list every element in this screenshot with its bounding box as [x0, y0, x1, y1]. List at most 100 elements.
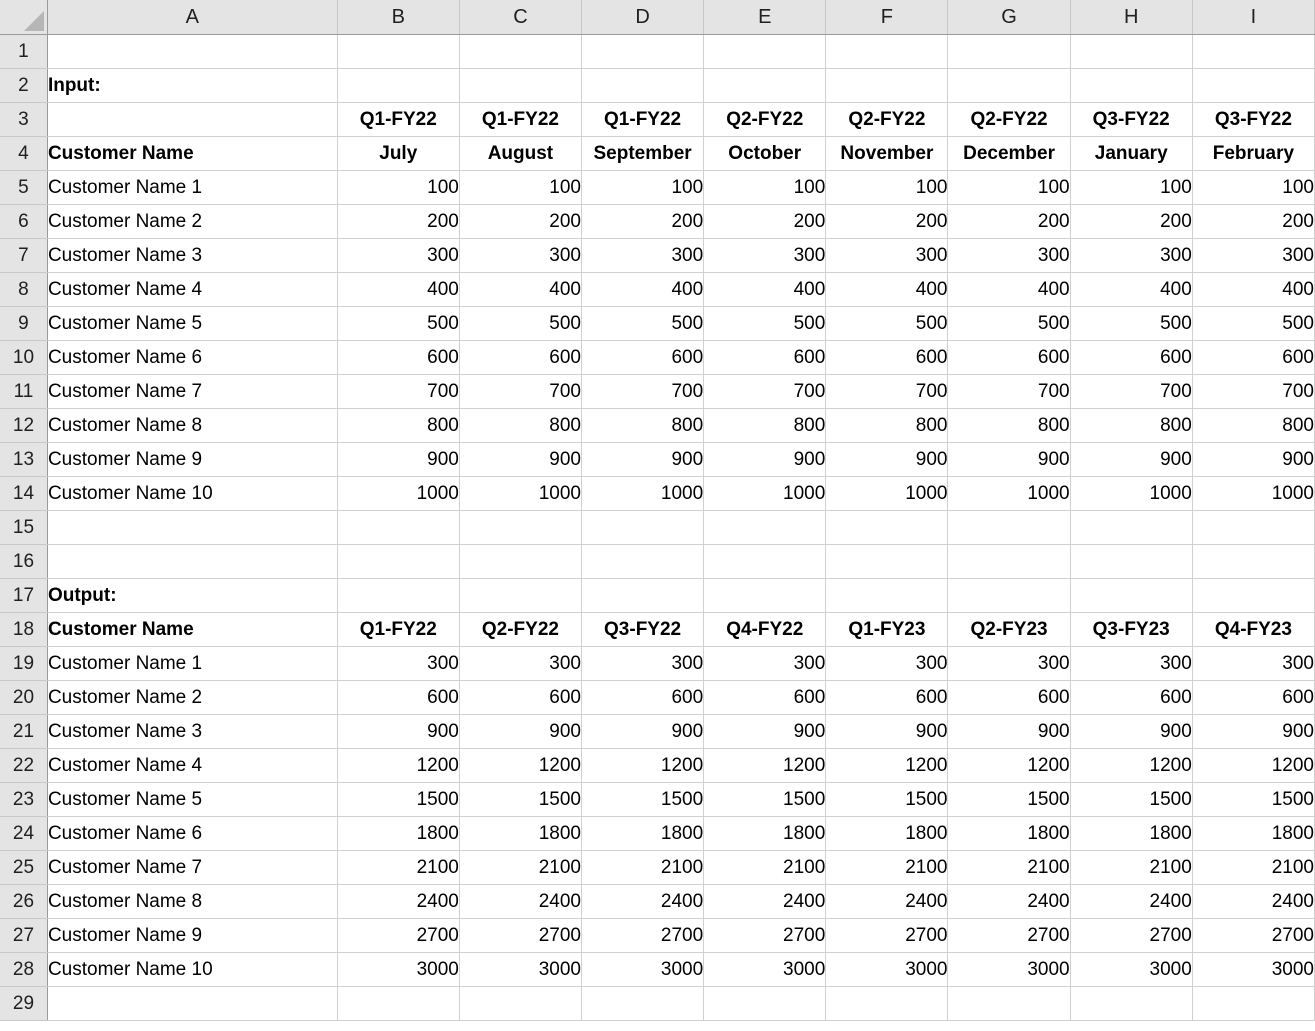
row-header-2[interactable]: 2 [0, 68, 48, 103]
cell-A13[interactable]: Customer Name 9 [47, 442, 338, 477]
cell-F25[interactable]: 2100 [825, 850, 949, 885]
cell-G9[interactable]: 500 [947, 306, 1071, 341]
cell-E10[interactable]: 600 [703, 340, 827, 375]
cell-I11[interactable]: 700 [1192, 374, 1315, 409]
cell-A17[interactable]: Output: [47, 578, 338, 613]
cell-D12[interactable]: 800 [581, 408, 705, 443]
cell-H19[interactable]: 300 [1070, 646, 1193, 681]
sheet-body[interactable]: 1 2 Input: 3 Q1-FY22 Q1-FY22 Q1-FY22 Q2-FY22 Q2-… [0, 34, 1315, 1021]
cell-F19[interactable]: 300 [825, 646, 949, 681]
cell-A2[interactable]: Input: [47, 68, 338, 103]
cell-I10[interactable]: 600 [1192, 340, 1315, 375]
cell-G6[interactable]: 200 [947, 204, 1071, 239]
cell-I28[interactable]: 3000 [1192, 952, 1315, 987]
cell-B18[interactable]: Q1-FY22 [337, 612, 460, 647]
cell-D25[interactable]: 2100 [581, 850, 705, 885]
cell-B14[interactable]: 1000 [337, 476, 460, 511]
cell-E19[interactable]: 300 [703, 646, 827, 681]
cell-D14[interactable]: 1000 [581, 476, 705, 511]
cell-C24[interactable]: 1800 [459, 816, 583, 851]
row-header-12[interactable]: 12 [0, 408, 48, 443]
cell-B25[interactable]: 2100 [337, 850, 460, 885]
cell-B3[interactable]: Q1-FY22 [337, 102, 460, 137]
cell-B26[interactable]: 2400 [337, 884, 460, 919]
cell-B16[interactable] [337, 544, 460, 579]
cell-F24[interactable]: 1800 [825, 816, 949, 851]
cell-C14[interactable]: 1000 [459, 476, 583, 511]
cell-I13[interactable]: 900 [1192, 442, 1315, 477]
cell-C17[interactable] [459, 578, 583, 613]
cell-B29[interactable] [337, 986, 460, 1021]
cell-G12[interactable]: 800 [947, 408, 1071, 443]
cell-D5[interactable]: 100 [581, 170, 705, 205]
column-header-b[interactable]: B [337, 0, 460, 35]
cell-G10[interactable]: 600 [947, 340, 1071, 375]
cell-C2[interactable] [459, 68, 583, 103]
row-header-20[interactable]: 20 [0, 680, 48, 715]
cell-B5[interactable]: 100 [337, 170, 460, 205]
cell-G26[interactable]: 2400 [947, 884, 1071, 919]
cell-B22[interactable]: 1200 [337, 748, 460, 783]
cell-I23[interactable]: 1500 [1192, 782, 1315, 817]
cell-H2[interactable] [1070, 68, 1193, 103]
cell-E7[interactable]: 300 [703, 238, 827, 273]
cell-C29[interactable] [459, 986, 583, 1021]
cell-F26[interactable]: 2400 [825, 884, 949, 919]
cell-F1[interactable] [825, 34, 949, 69]
row-header-3[interactable]: 3 [0, 102, 48, 137]
cell-C7[interactable]: 300 [459, 238, 583, 273]
cell-B27[interactable]: 2700 [337, 918, 460, 953]
cell-D10[interactable]: 600 [581, 340, 705, 375]
row-header-1[interactable]: 1 [0, 34, 48, 69]
cell-A6[interactable]: Customer Name 2 [47, 204, 338, 239]
cell-H4[interactable]: January [1070, 136, 1193, 171]
cell-D4[interactable]: September [581, 136, 705, 171]
cell-I26[interactable]: 2400 [1192, 884, 1315, 919]
cell-D27[interactable]: 2700 [581, 918, 705, 953]
cell-C1[interactable] [459, 34, 583, 69]
cell-G22[interactable]: 1200 [947, 748, 1071, 783]
row-header-18[interactable]: 18 [0, 612, 48, 647]
cell-B2[interactable] [337, 68, 460, 103]
row-header-21[interactable]: 21 [0, 714, 48, 749]
cell-E29[interactable] [703, 986, 827, 1021]
cell-E6[interactable]: 200 [703, 204, 827, 239]
cell-G20[interactable]: 600 [947, 680, 1071, 715]
cell-B7[interactable]: 300 [337, 238, 460, 273]
cell-I16[interactable] [1192, 544, 1315, 579]
cell-A19[interactable]: Customer Name 1 [47, 646, 338, 681]
cell-H23[interactable]: 1500 [1070, 782, 1193, 817]
cell-H3[interactable]: Q3-FY22 [1070, 102, 1193, 137]
row-header-23[interactable]: 23 [0, 782, 48, 817]
cell-H9[interactable]: 500 [1070, 306, 1193, 341]
cell-C22[interactable]: 1200 [459, 748, 583, 783]
cell-B19[interactable]: 300 [337, 646, 460, 681]
row-header-19[interactable]: 19 [0, 646, 48, 681]
cell-G2[interactable] [947, 68, 1071, 103]
cell-G21[interactable]: 900 [947, 714, 1071, 749]
cell-A16[interactable] [47, 544, 338, 579]
cell-D23[interactable]: 1500 [581, 782, 705, 817]
cell-C11[interactable]: 700 [459, 374, 583, 409]
cell-G25[interactable]: 2100 [947, 850, 1071, 885]
cell-F21[interactable]: 900 [825, 714, 949, 749]
cell-E26[interactable]: 2400 [703, 884, 827, 919]
cell-E4[interactable]: October [703, 136, 827, 171]
cell-B8[interactable]: 400 [337, 272, 460, 307]
cell-G14[interactable]: 1000 [947, 476, 1071, 511]
cell-B1[interactable] [337, 34, 460, 69]
cell-I15[interactable] [1192, 510, 1315, 545]
cell-G5[interactable]: 100 [947, 170, 1071, 205]
cell-I2[interactable] [1192, 68, 1315, 103]
row-header-9[interactable]: 9 [0, 306, 48, 341]
cell-I18[interactable]: Q4-FY23 [1192, 612, 1315, 647]
cell-I9[interactable]: 500 [1192, 306, 1315, 341]
cell-I7[interactable]: 300 [1192, 238, 1315, 273]
cell-F22[interactable]: 1200 [825, 748, 949, 783]
cell-F9[interactable]: 500 [825, 306, 949, 341]
cell-C5[interactable]: 100 [459, 170, 583, 205]
cell-E16[interactable] [703, 544, 827, 579]
cell-F12[interactable]: 800 [825, 408, 949, 443]
cell-F5[interactable]: 100 [825, 170, 949, 205]
cell-A22[interactable]: Customer Name 4 [47, 748, 338, 783]
